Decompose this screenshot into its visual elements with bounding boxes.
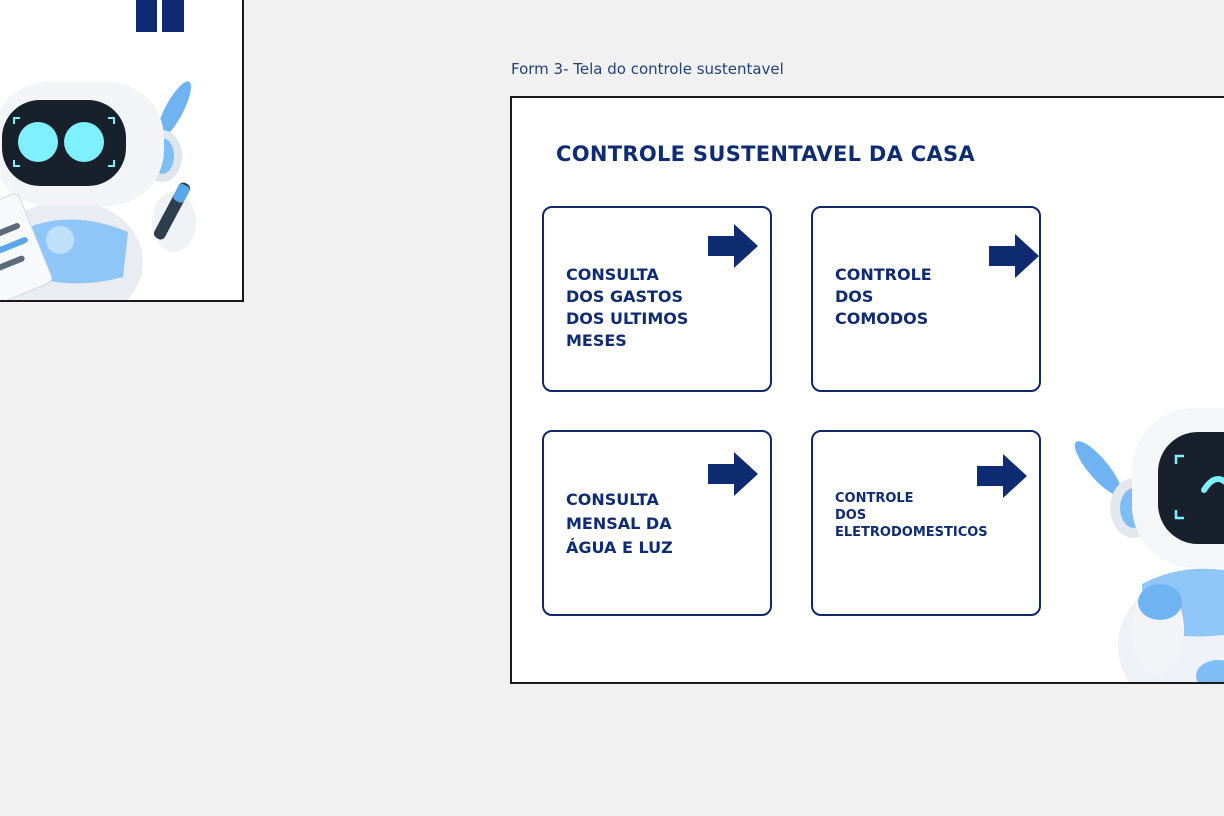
card-label: CONTROLE DOS ELETRODOMESTICOS <box>835 491 988 540</box>
robot-mascot-illustration <box>1074 408 1224 682</box>
card-consulta-gastos[interactable]: CONSULTA DOS GASTOS DOS ULTIMOS MESES <box>542 206 772 392</box>
sustainable-control-form: CONTROLE SUSTENTAVEL DA CASA CONSULTA DO… <box>510 96 1224 684</box>
page-canvas: Form 3- Tela do controle sustentavel CON… <box>0 0 1224 816</box>
form-title: CONTROLE SUSTENTAVEL DA CASA <box>556 142 976 166</box>
pause-icon <box>136 0 184 32</box>
card-label: CONTROLE DOS COMODOS <box>835 265 932 328</box>
card-label: CONSULTA DOS GASTOS DOS ULTIMOS MESES <box>566 265 689 350</box>
card-controle-comodos[interactable]: CONTROLE DOS COMODOS <box>811 206 1041 392</box>
card-consulta-agua-luz[interactable]: CONSULTA MENSAL DA ÁGUA E LUZ <box>542 430 772 616</box>
form-caption: Form 3- Tela do controle sustentavel <box>511 60 784 78</box>
robot-writing-illustration <box>0 81 196 300</box>
previous-form-panel <box>0 0 244 302</box>
arrow-right-icon <box>708 452 758 496</box>
arrow-right-icon <box>708 224 758 268</box>
card-controle-eletrodomesticos[interactable]: CONTROLE DOS ELETRODOMESTICOS <box>811 430 1041 616</box>
card-label: CONSULTA MENSAL DA ÁGUA E LUZ <box>566 490 673 557</box>
arrow-right-icon <box>989 234 1039 278</box>
